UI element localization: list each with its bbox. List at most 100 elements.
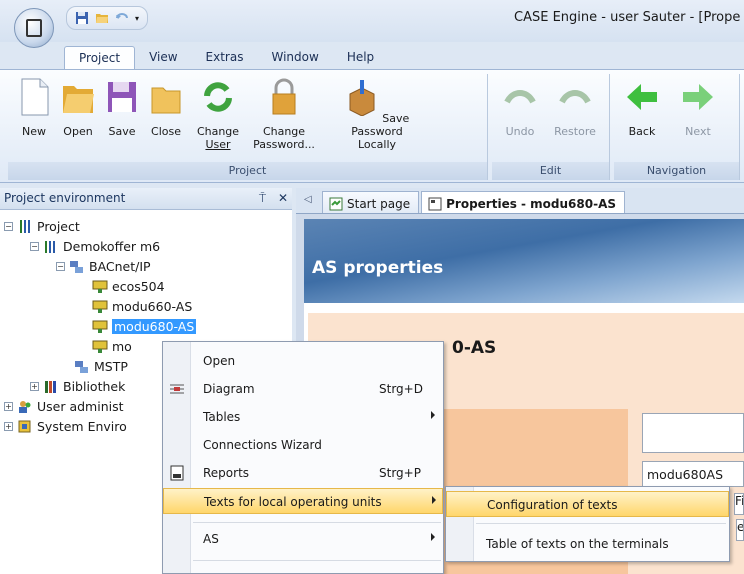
- menu-item-texts-local-operating-units[interactable]: Texts for local operating units: [163, 488, 443, 514]
- submenu-arrow-icon: [431, 411, 435, 419]
- tree-item-demokoffer[interactable]: − Demokoffer m6: [30, 236, 160, 256]
- info-input-box[interactable]: [642, 413, 744, 453]
- tree-label-selected: modu680-AS: [112, 318, 197, 334]
- qat-dropdown-icon[interactable]: ▾: [135, 14, 139, 23]
- save-button[interactable]: Save: [104, 78, 140, 138]
- tree-item-modu660[interactable]: modu660-AS: [92, 296, 192, 316]
- reports-icon: [170, 465, 184, 481]
- project-icon: [20, 219, 30, 233]
- navigation-group: Back Next Navigation: [614, 74, 740, 180]
- tree-item-modu680[interactable]: modu680-AS: [92, 316, 197, 336]
- save-password-label-line2: Locally: [357, 138, 397, 151]
- undo-icon[interactable]: [115, 11, 129, 25]
- submenu-arrow-icon: [432, 496, 436, 504]
- undo-label: Undo: [505, 125, 535, 138]
- title-bar: ▾ CASE Engine - user Sauter - [Prope: [0, 0, 744, 42]
- redo-arrow-icon: [559, 90, 591, 104]
- menu-item-diagram[interactable]: Diagram Strg+D: [163, 376, 443, 402]
- change-password-label-line2: Password...: [253, 138, 315, 151]
- next-arrow-icon: [683, 84, 713, 110]
- menu-item-connections-wizard[interactable]: Connections Wizard: [163, 432, 443, 458]
- tree-item-bibliothek[interactable]: + Bibliothek: [30, 376, 125, 396]
- menu-item-open[interactable]: Open: [163, 348, 443, 374]
- network-icon: [70, 260, 83, 273]
- menu-item-reports[interactable]: Reports Strg+P: [163, 460, 443, 486]
- submenu-item-label: Configuration of texts: [487, 498, 618, 512]
- next-button[interactable]: Next: [678, 78, 718, 138]
- open-button[interactable]: Open: [58, 78, 98, 138]
- tree-item-mstp[interactable]: MSTP: [74, 356, 128, 376]
- tab-help[interactable]: Help: [333, 46, 388, 70]
- back-label: Back: [628, 125, 656, 138]
- tree-label: modu660-AS: [112, 298, 193, 314]
- submenu-item-configuration-of-texts[interactable]: Configuration of texts: [446, 491, 729, 517]
- tree-label: Bibliothek: [63, 378, 126, 394]
- restore-button[interactable]: Restore: [550, 78, 600, 138]
- tree-item-system-environment[interactable]: + System Enviro: [4, 416, 127, 436]
- tab-extras[interactable]: Extras: [192, 46, 258, 70]
- panel-header: Project environment ⍑ ✕: [0, 188, 292, 210]
- collapse-icon[interactable]: −: [30, 241, 39, 251]
- open-folder-icon[interactable]: [95, 11, 109, 25]
- tree-item-mo[interactable]: mo: [92, 336, 132, 356]
- menu-item-shortcut: Strg+D: [379, 382, 423, 396]
- menu-item-label: Diagram: [203, 382, 255, 396]
- tree-item-user-administration[interactable]: + User administ: [4, 396, 124, 416]
- change-user-button[interactable]: Change User: [192, 78, 244, 151]
- close-folder-icon: [151, 87, 181, 114]
- tab-view[interactable]: View: [135, 46, 191, 70]
- tab-properties[interactable]: Properties - modu680-AS: [421, 191, 626, 213]
- tree-item-project[interactable]: − Project: [4, 216, 80, 236]
- save-icon[interactable]: [75, 11, 89, 25]
- partial-field-2[interactable]: e: [736, 519, 744, 541]
- partial-field-1[interactable]: Fi: [734, 493, 744, 515]
- change-password-label-line1: Change: [262, 125, 306, 138]
- menu-item-label: AS: [203, 532, 219, 546]
- navigation-group-label: Navigation: [614, 162, 739, 180]
- close-button[interactable]: Close: [146, 78, 186, 138]
- tab-start-page[interactable]: Start page: [322, 191, 420, 213]
- quick-access-toolbar: ▾: [66, 6, 149, 30]
- device-icon: [92, 340, 108, 353]
- menu-separator: [193, 560, 441, 561]
- new-button[interactable]: New: [16, 78, 52, 138]
- tab-window[interactable]: Window: [257, 46, 332, 70]
- tree-label: System Enviro: [37, 418, 127, 434]
- menu-item-tables[interactable]: Tables: [163, 404, 443, 430]
- tree-label: User administ: [37, 398, 124, 414]
- tab-scroll-left-icon[interactable]: ◁: [304, 194, 312, 205]
- partial-text-2: e: [737, 520, 744, 534]
- save-password-locally-button[interactable]: Save Password Locally: [326, 78, 428, 151]
- save-disk-icon: [108, 82, 136, 112]
- diagram-icon: [170, 384, 184, 394]
- tree-item-ecos504[interactable]: ecos504: [92, 276, 165, 296]
- collapse-icon[interactable]: −: [56, 261, 65, 271]
- tab-project[interactable]: Project: [64, 46, 136, 70]
- submenu-separator: [476, 523, 726, 524]
- application-menu-button[interactable]: [14, 8, 54, 48]
- submenu-item-table-of-texts[interactable]: Table of texts on the terminals: [446, 531, 729, 557]
- window-title: CASE Engine - user Sauter - [Prope: [514, 10, 741, 25]
- collapse-icon[interactable]: −: [4, 221, 13, 231]
- properties-banner: AS properties: [304, 219, 744, 303]
- menu-item-as[interactable]: AS: [163, 526, 443, 552]
- document-tabs: ◁ Start page Properties - modu680-AS: [296, 188, 744, 214]
- tree-item-bacnet-ip[interactable]: − BACnet/IP: [56, 256, 151, 276]
- menu-item-label: Reports: [203, 466, 250, 480]
- undo-button[interactable]: Undo: [498, 78, 542, 138]
- site-icon: [45, 240, 55, 253]
- application-icon: [26, 19, 42, 37]
- expand-icon[interactable]: +: [30, 381, 39, 391]
- change-password-button[interactable]: Change Password...: [252, 78, 316, 151]
- expand-icon[interactable]: +: [4, 401, 13, 411]
- partial-text-1: Fi: [735, 494, 744, 508]
- back-button[interactable]: Back: [622, 78, 662, 138]
- panel-close-icon[interactable]: ✕: [278, 191, 288, 205]
- expand-icon[interactable]: +: [4, 421, 13, 431]
- edit-group: Undo Restore Edit: [492, 74, 610, 180]
- tree-label: mo: [112, 338, 132, 354]
- pin-icon[interactable]: ⍑: [259, 191, 266, 205]
- panel-title: Project environment: [4, 191, 126, 205]
- name-field[interactable]: modu680AS: [642, 461, 744, 487]
- save-label: Save: [108, 125, 136, 138]
